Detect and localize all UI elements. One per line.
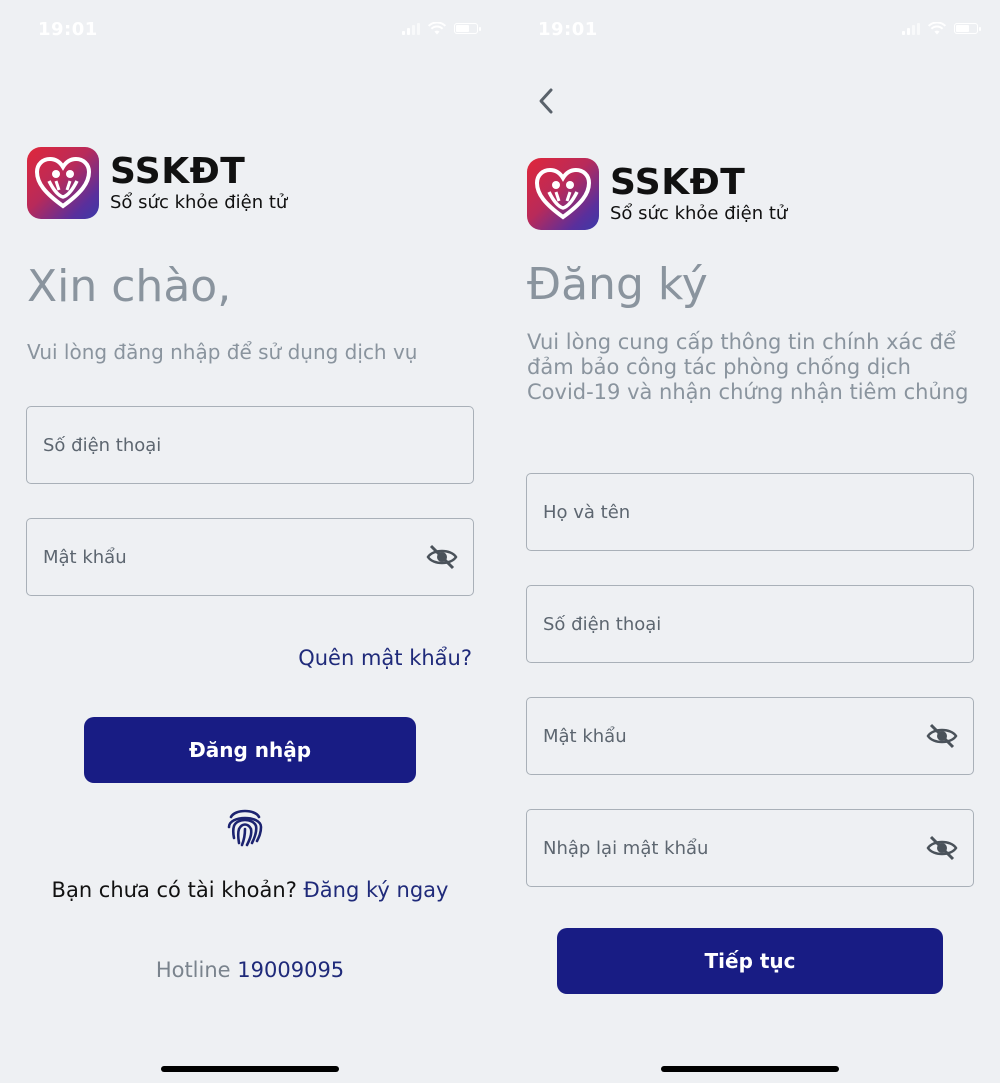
- confirm-password-field[interactable]: [526, 809, 974, 887]
- eye-off-icon[interactable]: [425, 542, 459, 572]
- fullname-field[interactable]: [526, 473, 974, 551]
- no-account-text: Bạn chưa có tài khoản?: [51, 878, 297, 902]
- brand-name: SSKĐT: [610, 162, 746, 203]
- signup-prompt: Bạn chưa có tài khoản? Đăng ký ngay: [0, 878, 500, 902]
- heart-logo-icon: [527, 158, 599, 230]
- status-time: 19:01: [38, 19, 98, 40]
- password-input[interactable]: [543, 698, 925, 774]
- hotline-number[interactable]: 19009095: [237, 958, 344, 982]
- fullname-input[interactable]: [543, 474, 973, 550]
- home-indicator: [161, 1066, 339, 1072]
- app-logo: SSKĐT Sổ sức khỏe điện tử: [527, 158, 787, 230]
- login-button[interactable]: Đăng nhập: [84, 717, 416, 783]
- password-field[interactable]: [526, 697, 974, 775]
- brand-subtitle: Sổ sức khỏe điện tử: [110, 192, 288, 213]
- login-screen: 19:01 SSKĐT Sổ sức khỏe điện tử Xin chào…: [0, 0, 500, 1083]
- continue-button[interactable]: Tiếp tục: [557, 928, 943, 994]
- eye-off-icon[interactable]: [925, 721, 959, 751]
- brand-subtitle: Sổ sức khỏe điện tử: [610, 203, 788, 224]
- app-logo: SSKĐT Sổ sức khỏe điện tử: [27, 147, 287, 219]
- forgot-password-link[interactable]: Quên mật khẩu?: [298, 646, 472, 670]
- fingerprint-icon[interactable]: [225, 805, 265, 847]
- hotline-label: Hotline: [155, 958, 231, 982]
- phone-field[interactable]: [526, 585, 974, 663]
- register-now-link[interactable]: Đăng ký ngay: [304, 878, 449, 902]
- phone-input[interactable]: [43, 407, 473, 483]
- page-title: Đăng ký: [527, 259, 708, 310]
- phone-input[interactable]: [543, 586, 973, 662]
- page-title: Xin chào,: [27, 261, 232, 312]
- page-subtitle: Vui lòng đăng nhập để sử dụng dịch vụ: [27, 340, 418, 364]
- confirm-password-input[interactable]: [543, 810, 925, 886]
- password-input[interactable]: [43, 519, 425, 595]
- page-subtitle: Vui lòng cung cấp thông tin chính xác để…: [527, 330, 969, 404]
- battery-icon: [454, 23, 481, 34]
- hotline: Hotline 19009095: [0, 958, 500, 982]
- brand-name: SSKĐT: [110, 151, 246, 192]
- status-icons: [402, 22, 481, 35]
- phone-field[interactable]: [26, 406, 474, 484]
- eye-off-icon[interactable]: [925, 833, 959, 863]
- signal-icon: [402, 22, 420, 35]
- wifi-icon: [428, 22, 446, 35]
- home-indicator: [661, 1066, 839, 1072]
- heart-logo-icon: [27, 147, 99, 219]
- register-content: SSKĐT Sổ sức khỏe điện tử Đăng ký Vui lò…: [500, 0, 1000, 1083]
- password-field[interactable]: [26, 518, 474, 596]
